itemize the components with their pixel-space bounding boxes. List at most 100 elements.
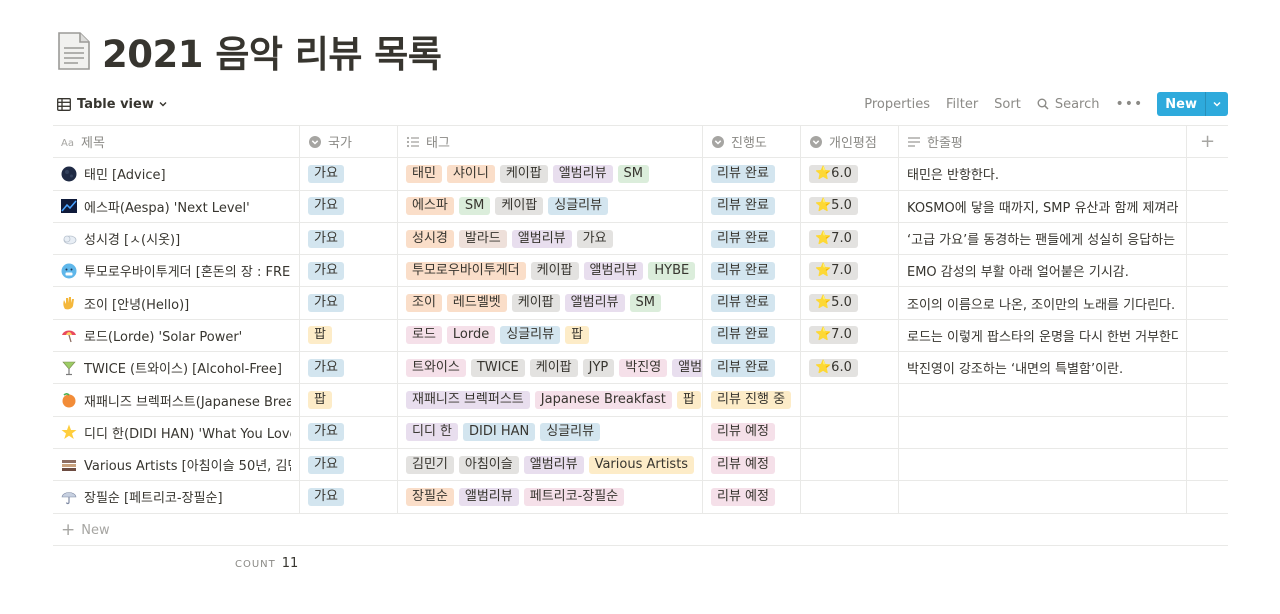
table-row[interactable]: 디디 한(DIDI HAN) 'What You Love' 가요 디디 한 DIDI… (53, 416, 1228, 449)
column-header-score[interactable]: 개인평점 (801, 126, 899, 158)
title-cell[interactable]: 에스파(Aespa) 'Next Level' (53, 190, 300, 222)
status-cell[interactable]: 리뷰 완료 (703, 287, 801, 319)
review-cell[interactable] (899, 448, 1187, 481)
status-cell[interactable]: 리뷰 예정 (703, 448, 801, 481)
properties-button[interactable]: Properties (856, 91, 938, 117)
country-cell[interactable]: 가요 (300, 255, 398, 287)
new-dropdown-button[interactable] (1206, 92, 1228, 116)
country-cell[interactable]: 가요 (300, 352, 398, 384)
score-cell[interactable]: ⭐6.0 (801, 352, 899, 384)
country-cell[interactable]: 가요 (300, 222, 398, 255)
tags-cell[interactable]: 에스파 SM 케이팝 싱글리뷰 (398, 190, 703, 222)
country-cell[interactable]: 가요 (300, 158, 398, 190)
score-cell[interactable] (801, 384, 899, 416)
row-title[interactable]: 투모로우바이투게더 [혼돈의 장 : FREEZE] (84, 261, 291, 280)
tags-cell[interactable]: 디디 한 DIDI HAN 싱글리뷰 (398, 416, 703, 448)
title-cell[interactable]: 디디 한(DIDI HAN) 'What You Love' (53, 416, 300, 448)
review-cell[interactable]: 태민은 반항한다. (899, 158, 1187, 190)
row-title[interactable]: 성시경 [ㅅ(시옷)] (84, 229, 180, 248)
column-header-status[interactable]: 진행도 (703, 126, 801, 158)
status-cell[interactable]: 리뷰 완료 (703, 158, 801, 190)
review-cell[interactable]: KOSMO에 닿을 때까지, SMP 유산과 함께 제껴라. (899, 190, 1187, 222)
tags-cell[interactable]: 조이 레드벨벳 케이팝 앨범리뷰 SM (398, 287, 703, 319)
page-title[interactable]: 2021 음악 리뷰 목록 (102, 24, 442, 78)
title-cell[interactable]: 장필순 [페트리코-장필순] (53, 481, 300, 513)
new-button[interactable]: New (1157, 92, 1206, 116)
filter-button[interactable]: Filter (938, 91, 986, 117)
country-cell[interactable]: 팝 (300, 384, 398, 416)
table-row[interactable]: 투모로우바이투게더 [혼돈의 장 : FREEZE] 가요 투모로우바이투게더케이팝… (53, 255, 1228, 288)
row-title[interactable]: 디디 한(DIDI HAN) 'What You Love' (84, 423, 291, 442)
table-row[interactable]: 조이 [안녕(Hello)] 가요 조이 레드벨벳 케이팝 앨범리뷰 SM 리뷰 완료 ⭐5.0… (53, 287, 1228, 320)
country-cell[interactable]: 가요 (300, 448, 398, 481)
table-row[interactable]: 에스파(Aespa) 'Next Level' 가요 에스파 SM 케이팝 싱글리뷰 리뷰 … (53, 190, 1228, 223)
title-cell[interactable]: 투모로우바이투게더 [혼돈의 장 : FREEZE] (53, 255, 300, 287)
status-cell[interactable]: 리뷰 진행 중 (703, 384, 801, 416)
review-cell[interactable]: EMO 감성의 부활 아래 얼어붙은 기시감. (899, 255, 1187, 287)
table-row[interactable]: 재패니즈 브렉퍼스트(Japanese Breakfast) [Jubilee]… (53, 384, 1228, 417)
row-title[interactable]: 재패니즈 브렉퍼스트(Japanese Breakfast) [Jubilee] (84, 391, 291, 410)
tags-cell[interactable]: 성시경 발라드 앨범리뷰 가요 (398, 222, 703, 255)
score-cell[interactable]: ⭐5.0 (801, 190, 899, 222)
row-title[interactable]: TWICE (트와이스) [Alcohol-Free] (84, 358, 282, 377)
score-cell[interactable]: ⭐6.0 (801, 158, 899, 190)
tags-cell[interactable]: 장필순 앨범리뷰 페트리코-장필순 (398, 481, 703, 513)
title-cell[interactable]: 성시경 [ㅅ(시옷)] (53, 222, 300, 255)
score-cell[interactable]: ⭐7.0 (801, 319, 899, 352)
tags-cell[interactable]: 투모로우바이투게더 케이팝 앨범리뷰 HYBE (398, 255, 703, 287)
row-title[interactable]: 에스파(Aespa) 'Next Level' (84, 197, 250, 216)
review-cell[interactable]: 박진영이 강조하는 ‘내면의 특별함’이란. (899, 352, 1187, 384)
row-title[interactable]: 태민 [Advice] (84, 164, 166, 183)
review-cell[interactable] (899, 384, 1187, 416)
review-cell[interactable]: 로드는 이렇게 팝스타의 운명을 다시 한번 거부한다. (899, 319, 1187, 352)
title-cell[interactable]: TWICE (트와이스) [Alcohol-Free] (53, 352, 300, 384)
country-cell[interactable]: 팝 (300, 319, 398, 352)
column-header-title[interactable]: Aa 제목 (53, 126, 300, 158)
view-switcher[interactable]: Table view (53, 91, 172, 117)
search-button[interactable]: Search (1029, 91, 1108, 117)
table-row[interactable]: 성시경 [ㅅ(시옷)] 가요 성시경 발라드 앨범리뷰 가요 리뷰 완료 ⭐7.0 ‘고급 가요… (53, 222, 1228, 256)
score-cell[interactable] (801, 481, 899, 513)
column-header-country[interactable]: 국가 (300, 126, 398, 158)
row-title[interactable]: 로드(Lorde) 'Solar Power' (84, 326, 242, 345)
table-row[interactable]: 태민 [Advice] 가요 태민 샤이니 케이팝 앨범리뷰 SM 리뷰 완료 ⭐6.0 태민은 … (53, 158, 1228, 191)
title-cell[interactable]: 태민 [Advice] (53, 158, 300, 190)
title-cell[interactable]: 재패니즈 브렉퍼스트(Japanese Breakfast) [Jubilee] (53, 384, 300, 416)
row-title[interactable]: 조이 [안녕(Hello)] (84, 294, 189, 313)
status-cell[interactable]: 리뷰 완료 (703, 190, 801, 222)
add-property-button[interactable]: + (1187, 126, 1228, 157)
status-cell[interactable]: 리뷰 완료 (703, 222, 801, 255)
column-header-tags[interactable]: 태그 (398, 126, 703, 158)
column-header-review[interactable]: 한줄평 (899, 126, 1187, 158)
status-cell[interactable]: 리뷰 예정 (703, 481, 801, 513)
tags-cell[interactable]: 태민 샤이니 케이팝 앨범리뷰 SM (398, 158, 703, 190)
country-cell[interactable]: 가요 (300, 287, 398, 319)
country-cell[interactable]: 가요 (300, 416, 398, 448)
score-cell[interactable] (801, 416, 899, 448)
table-row[interactable]: 장필순 [페트리코-장필순] 가요 장필순 앨범리뷰 페트리코-장필순 리뷰 예정 (53, 481, 1228, 514)
table-row[interactable]: TWICE (트와이스) [Alcohol-Free] 가요 트와이스 TWICE 케이… (53, 352, 1228, 385)
page-icon[interactable] (56, 31, 92, 71)
score-cell[interactable] (801, 448, 899, 481)
tags-cell[interactable]: 재패니즈 브렉퍼스트 Japanese Breakfast 팝 (398, 384, 703, 416)
country-cell[interactable]: 가요 (300, 190, 398, 222)
title-cell[interactable]: 로드(Lorde) 'Solar Power' (53, 319, 300, 352)
score-cell[interactable]: ⭐7.0 (801, 255, 899, 287)
more-options-icon[interactable]: ••• (1108, 96, 1152, 112)
review-cell[interactable]: 조이의 이름으로 나온, 조이만의 노래를 기다린다. (899, 287, 1187, 319)
tags-cell[interactable]: 김민기 아침이슬 앨범리뷰 Various Artists (398, 448, 703, 481)
status-cell[interactable]: 리뷰 완료 (703, 319, 801, 352)
table-row[interactable]: 로드(Lorde) 'Solar Power' 팝 로드 Lorde 싱글리뷰 팝 리뷰 완… (53, 319, 1228, 353)
add-row-button[interactable]: + New (53, 515, 1228, 546)
row-title[interactable]: 장필순 [페트리코-장필순] (84, 487, 223, 506)
title-cell[interactable]: 조이 [안녕(Hello)] (53, 287, 300, 319)
review-cell[interactable] (899, 416, 1187, 448)
status-cell[interactable]: 리뷰 완료 (703, 352, 801, 384)
score-cell[interactable]: ⭐5.0 (801, 287, 899, 319)
status-cell[interactable]: 리뷰 완료 (703, 255, 801, 287)
status-cell[interactable]: 리뷰 예정 (703, 416, 801, 448)
table-row[interactable]: Various Artists [아침이슬 50년, 김민기 트리뷰트] 가요 김민… (53, 448, 1228, 482)
tags-cell[interactable]: 트와이스TWICE케이팝JYP박진영앨범리뷰 (398, 352, 703, 384)
sort-button[interactable]: Sort (986, 91, 1029, 117)
title-cell[interactable]: Various Artists [아침이슬 50년, 김민기 트리뷰트] (53, 448, 300, 481)
